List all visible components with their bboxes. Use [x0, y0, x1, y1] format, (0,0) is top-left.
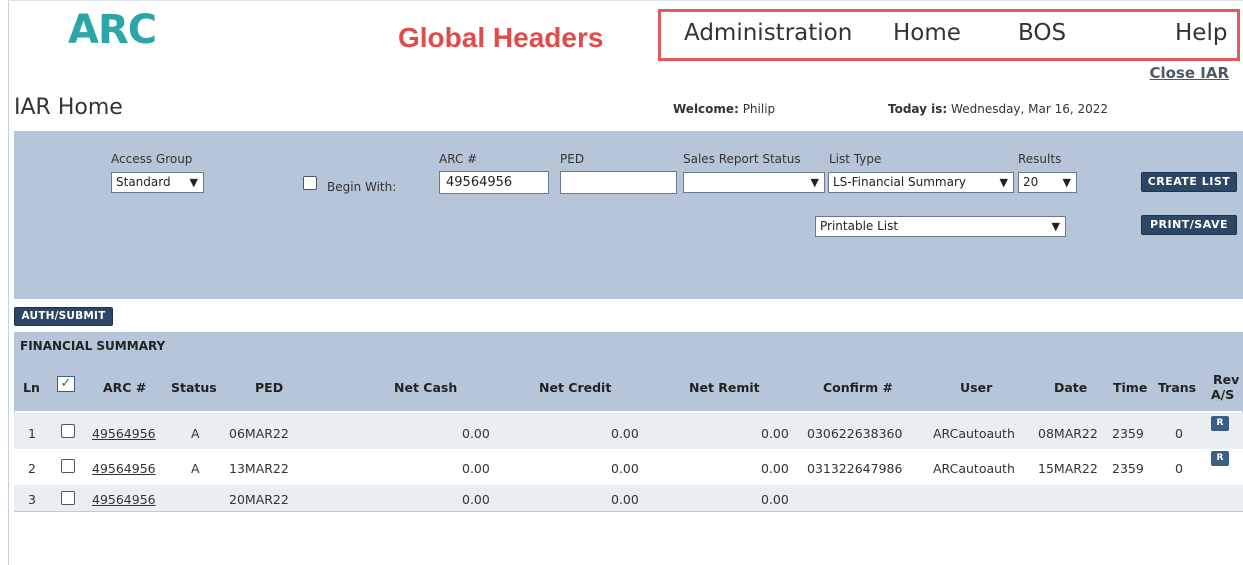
arc-number-label: ARC # [439, 152, 478, 166]
output-format-value: Printable List [820, 219, 899, 233]
today-label: Today is: [888, 102, 948, 116]
welcome-text: Welcome: Philip [673, 102, 775, 116]
row-1-reverse-button[interactable]: R [1211, 416, 1229, 431]
row-2-status: A [191, 461, 200, 476]
nav-administration[interactable]: Administration [684, 20, 852, 46]
access-group-select[interactable]: Standard ▼ [111, 172, 204, 193]
row-3-ln: 3 [28, 492, 36, 507]
begin-with-label: Begin With: [327, 180, 397, 194]
row-2-arc-link[interactable]: 49564956 [92, 461, 156, 476]
results-select[interactable]: 20 ▼ [1018, 172, 1077, 193]
nav-bos[interactable]: BOS [1018, 20, 1066, 46]
begin-with-checkbox[interactable] [303, 176, 317, 190]
print-save-button[interactable]: PRINT/SAVE [1141, 215, 1237, 235]
output-format-select[interactable]: Printable List ▼ [815, 216, 1066, 237]
row-2-net-remit: 0.00 [761, 461, 789, 476]
row-1-confirm: 030622638360 [807, 426, 903, 441]
row-3-net-credit: 0.00 [611, 492, 639, 507]
header-rev-line1: Rev [1213, 372, 1240, 387]
header-date: Date [1054, 380, 1088, 395]
row-1-ln: 1 [28, 426, 36, 441]
row-3-ped: 20MAR22 [229, 492, 289, 507]
page-frame-left [8, 0, 9, 565]
ped-label: PED [560, 152, 585, 166]
chevron-down-icon: ▼ [189, 176, 198, 189]
row-3-net-cash: 0.00 [462, 492, 490, 507]
header-net-cash: Net Cash [394, 380, 458, 395]
select-all-checkbox[interactable]: ✓ [57, 376, 75, 392]
header-ln: Ln [23, 380, 40, 395]
row-3-checkbox[interactable] [61, 491, 75, 505]
chevron-down-icon: ▼ [1062, 176, 1071, 189]
header-arc: ARC # [103, 380, 147, 395]
row-1-user: ARCautoauth [933, 426, 1015, 441]
list-type-select[interactable]: LS-Financial Summary ▼ [828, 172, 1014, 193]
results-value: 20 [1023, 175, 1039, 189]
list-type-value: LS-Financial Summary [833, 175, 966, 189]
page-frame-top [8, 0, 1243, 1]
access-group-value: Standard [116, 175, 171, 189]
row-1-date: 08MAR22 [1038, 426, 1098, 441]
header-confirm: Confirm # [823, 380, 893, 395]
sales-report-status-label: Sales Report Status [683, 152, 801, 166]
row-2-net-cash: 0.00 [462, 461, 490, 476]
header-time: Time [1113, 380, 1148, 395]
row-3-net-remit: 0.00 [761, 492, 789, 507]
arc-number-input[interactable]: 49564956 [439, 171, 549, 194]
row-2-user: ARCautoauth [933, 461, 1015, 476]
arc-logo[interactable]: ARC [68, 10, 157, 50]
nav-help[interactable]: Help [1175, 20, 1227, 46]
row-1-checkbox[interactable] [61, 424, 75, 438]
header-trans: Trans [1158, 380, 1197, 395]
header-net-credit: Net Credit [539, 380, 612, 395]
row-1-trans: 0 [1175, 426, 1183, 441]
chevron-down-icon: ▼ [1051, 220, 1060, 233]
header-ped: PED [255, 380, 284, 395]
row-1-net-remit: 0.00 [761, 426, 789, 441]
table-title: FINANCIAL SUMMARY [20, 339, 166, 353]
chevron-down-icon: ▼ [810, 176, 819, 189]
header-net-remit: Net Remit [689, 380, 760, 395]
table-header-band [14, 332, 1243, 411]
global-headers-annotation: Global Headers [398, 22, 604, 53]
close-iar-link[interactable]: Close IAR [1149, 64, 1229, 82]
sales-report-status-select[interactable]: ▼ [683, 172, 825, 193]
auth-submit-button[interactable]: AUTH/SUBMIT [14, 307, 113, 326]
row-1-arc-link[interactable]: 49564956 [92, 426, 156, 441]
row-1-status: A [191, 426, 200, 441]
chevron-down-icon: ▼ [999, 176, 1008, 189]
results-label: Results [1018, 152, 1062, 166]
row-2-trans: 0 [1175, 461, 1183, 476]
row-3-arc-link[interactable]: 49564956 [92, 492, 156, 507]
row-2-time: 2359 [1112, 461, 1144, 476]
row-2-confirm: 031322647986 [807, 461, 903, 476]
row-2-reverse-button[interactable]: R [1211, 451, 1229, 466]
header-user: User [960, 380, 993, 395]
today-date: Wednesday, Mar 16, 2022 [951, 102, 1109, 116]
ped-input[interactable] [560, 171, 677, 194]
welcome-name: Philip [742, 102, 776, 116]
list-type-label: List Type [829, 152, 882, 166]
row-1-net-credit: 0.00 [611, 426, 639, 441]
row-2-ln: 2 [28, 461, 36, 476]
nav-home[interactable]: Home [893, 20, 961, 46]
row-2-checkbox[interactable] [61, 459, 75, 473]
row-1-time: 2359 [1112, 426, 1144, 441]
header-rev: Rev A/S [1211, 372, 1239, 402]
today-text: Today is: Wednesday, Mar 16, 2022 [888, 102, 1108, 116]
row-2-date: 15MAR22 [1038, 461, 1098, 476]
welcome-label: Welcome: [673, 102, 739, 116]
header-rev-line2: A/S [1211, 387, 1235, 402]
row-1-ped: 06MAR22 [229, 426, 289, 441]
header-status: Status [171, 380, 217, 395]
row-1-net-cash: 0.00 [462, 426, 490, 441]
access-group-label: Access Group [111, 152, 193, 166]
row-2-ped: 13MAR22 [229, 461, 289, 476]
page-title: IAR Home [14, 95, 123, 120]
create-list-button[interactable]: CREATE LIST [1141, 172, 1237, 192]
row-2-net-credit: 0.00 [611, 461, 639, 476]
